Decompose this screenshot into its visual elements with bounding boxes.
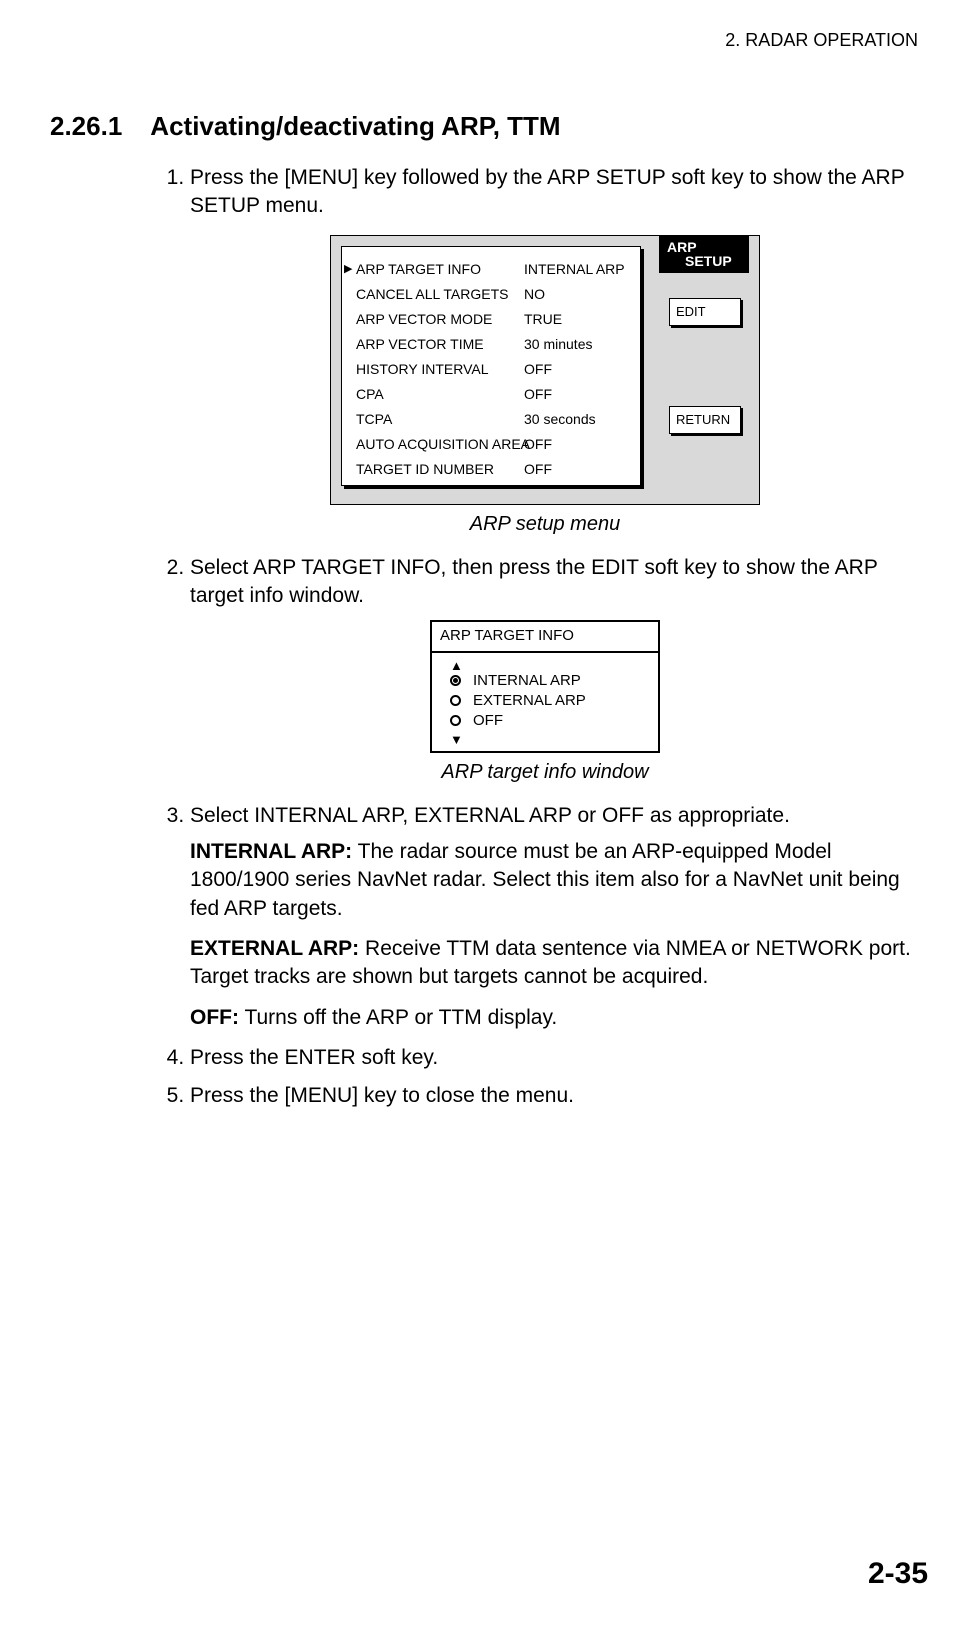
menu-tab-line2: SETUP [667, 254, 743, 269]
info-panel-body: ▲ INTERNAL ARP EXTERNAL ARP OFF ▼ [432, 653, 658, 751]
option-label: INTERNAL ARP [473, 671, 581, 691]
radio-icon [450, 695, 461, 706]
triangle-down-icon[interactable]: ▼ [450, 731, 650, 745]
menu-row[interactable]: TARGET ID NUMBER OFF [356, 457, 632, 482]
step-list: Press the [MENU] key followed by the ARP… [162, 164, 928, 221]
radio-icon [450, 715, 461, 726]
step-2: Select ARP TARGET INFO, then press the E… [190, 554, 928, 611]
running-header: 2. RADAR OPERATION [50, 30, 928, 51]
arp-setup-menu-figure: ▶ ARP TARGET INFO INTERNAL ARP CANCEL AL… [330, 235, 760, 505]
arp-target-info-figure: ARP TARGET INFO ▲ INTERNAL ARP EXTERNAL … [430, 620, 660, 752]
menu-row[interactable]: ▶ ARP TARGET INFO INTERNAL ARP [356, 257, 632, 282]
section-heading: 2.26.1 Activating/deactivating ARP, TTM [50, 111, 928, 142]
option-row[interactable]: INTERNAL ARP [450, 671, 650, 691]
menu-row-label: AUTO ACQUISITION AREA [356, 435, 524, 454]
option-label: OFF [473, 711, 503, 731]
section-title-text: Activating/deactivating ARP, TTM [150, 111, 560, 142]
menu-row[interactable]: AUTO ACQUISITION AREA OFF [356, 432, 632, 457]
menu-row-label: HISTORY INTERVAL [356, 360, 524, 379]
menu-row-value: INTERNAL ARP [524, 260, 625, 279]
step-5: Press the [MENU] key to close the menu. [190, 1082, 928, 1110]
content-area: Press the [MENU] key followed by the ARP… [50, 164, 928, 1111]
internal-arp-description: INTERNAL ARP: The radar source must be a… [190, 838, 928, 923]
step-list: Select ARP TARGET INFO, then press the E… [162, 554, 928, 611]
menu-row[interactable]: CPA OFF [356, 382, 632, 407]
menu-row-value: NO [524, 285, 545, 304]
figure-2-caption: ARP target info window [162, 759, 928, 786]
menu-row[interactable]: ARP VECTOR MODE TRUE [356, 307, 632, 332]
menu-row[interactable]: TCPA 30 seconds [356, 407, 632, 432]
menu-row-label: CANCEL ALL TARGETS [356, 285, 524, 304]
menu-row[interactable]: HISTORY INTERVAL OFF [356, 357, 632, 382]
menu-row-value: 30 seconds [524, 410, 596, 429]
menu-screen: ▶ ARP TARGET INFO INTERNAL ARP CANCEL AL… [330, 235, 760, 505]
menu-row-value: OFF [524, 385, 552, 404]
triangle-up-icon[interactable]: ▲ [450, 657, 650, 671]
menu-row[interactable]: ARP VECTOR TIME 30 minutes [356, 332, 632, 357]
external-arp-description: EXTERNAL ARP: Receive TTM data sentence … [190, 935, 928, 992]
menu-row-value: OFF [524, 435, 552, 454]
menu-row-label: TCPA [356, 410, 524, 429]
menu-row-value: TRUE [524, 310, 562, 329]
option-row[interactable]: OFF [450, 711, 650, 731]
menu-row-label: ARP TARGET INFO [356, 260, 524, 279]
menu-row-label: CPA [356, 385, 524, 404]
option-label: EXTERNAL ARP [473, 691, 586, 711]
definition-term: OFF: [190, 1006, 239, 1029]
off-description: OFF: Turns off the ARP or TTM display. [190, 1004, 928, 1032]
page-number: 2-35 [868, 1557, 928, 1591]
softkey-column: ARP SETUP EDIT RETURN [659, 236, 749, 504]
info-panel: ARP TARGET INFO ▲ INTERNAL ARP EXTERNAL … [430, 620, 660, 752]
figure-1-caption: ARP setup menu [162, 511, 928, 538]
menu-tab-line1: ARP [667, 239, 697, 255]
step-4: Press the ENTER soft key. [190, 1044, 928, 1072]
definition-term: INTERNAL ARP: [190, 840, 352, 863]
menu-tab: ARP SETUP [659, 236, 749, 273]
step-3-text: Select INTERNAL ARP, EXTERNAL ARP or OFF… [190, 804, 790, 827]
menu-row-value: OFF [524, 360, 552, 379]
page: 2. RADAR OPERATION 2.26.1 Activating/dea… [0, 0, 978, 1633]
step-list: Select INTERNAL ARP, EXTERNAL ARP or OFF… [162, 802, 928, 1111]
option-row[interactable]: EXTERNAL ARP [450, 691, 650, 711]
definition-text: Turns off the ARP or TTM display. [239, 1006, 557, 1029]
definition-term: EXTERNAL ARP: [190, 937, 359, 960]
edit-softkey[interactable]: EDIT [669, 298, 741, 326]
triangle-right-icon: ▶ [344, 262, 352, 277]
menu-list-panel: ▶ ARP TARGET INFO INTERNAL ARP CANCEL AL… [341, 246, 641, 486]
menu-row-label: ARP VECTOR TIME [356, 335, 524, 354]
menu-row[interactable]: CANCEL ALL TARGETS NO [356, 282, 632, 307]
step-3: Select INTERNAL ARP, EXTERNAL ARP or OFF… [190, 802, 928, 1032]
menu-row-label: TARGET ID NUMBER [356, 460, 524, 479]
section-number: 2.26.1 [50, 111, 122, 142]
radio-selected-icon [450, 675, 461, 686]
menu-row-value: 30 minutes [524, 335, 592, 354]
menu-row-label: ARP VECTOR MODE [356, 310, 524, 329]
return-softkey[interactable]: RETURN [669, 406, 741, 434]
step-1: Press the [MENU] key followed by the ARP… [190, 164, 928, 221]
menu-row-value: OFF [524, 460, 552, 479]
info-panel-title: ARP TARGET INFO [432, 622, 658, 652]
